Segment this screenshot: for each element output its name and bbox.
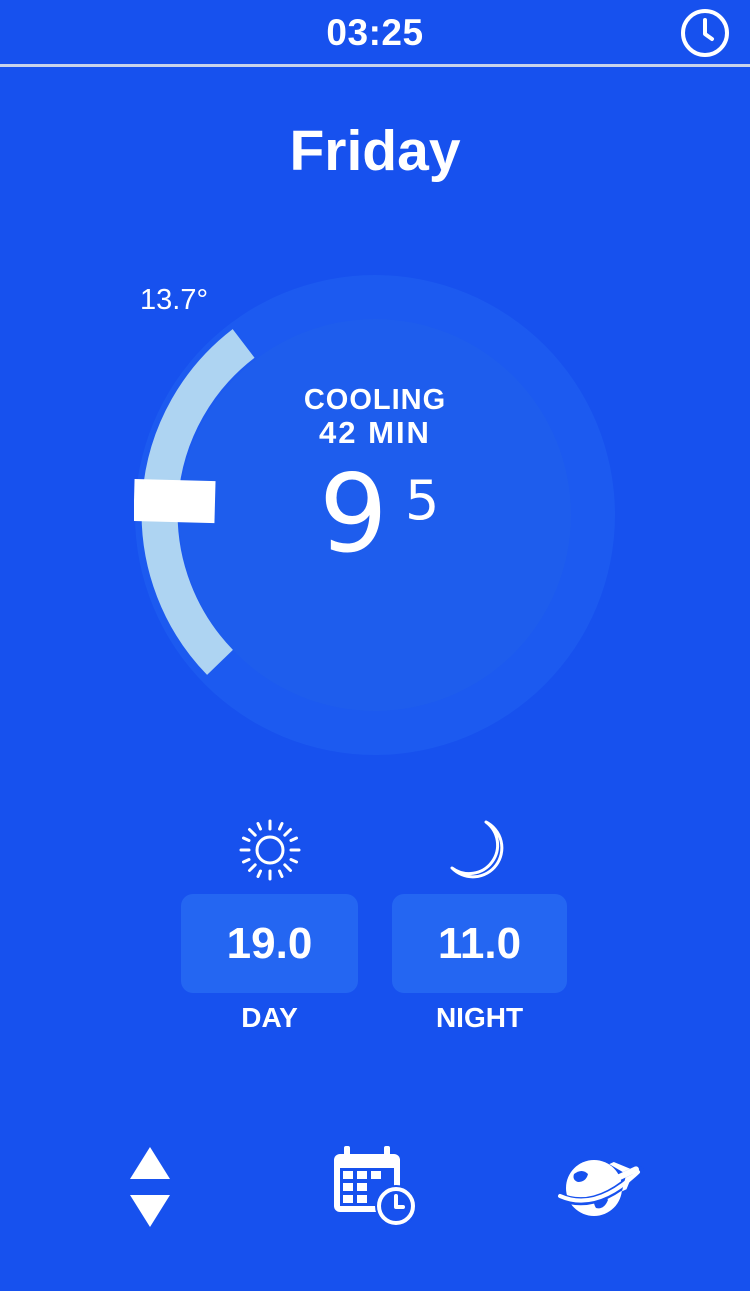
dial-center: COOLING 42 MIN — [134, 384, 616, 450]
status-bar: 03:25 — [0, 0, 750, 67]
current-temperature-decimal: 5 — [405, 469, 440, 532]
globe-plane-icon[interactable] — [554, 1152, 644, 1220]
day-label: DAY — [241, 1002, 298, 1033]
calendar-clock-icon[interactable] — [330, 1144, 420, 1230]
moon-icon — [446, 818, 512, 884]
setpoint-handle[interactable] — [133, 478, 216, 524]
sun-icon — [238, 818, 302, 882]
night-temperature-button[interactable]: 11.0 — [392, 894, 567, 993]
mode-remaining-time: 42 MIN — [319, 415, 431, 450]
night-label: NIGHT — [435, 1002, 524, 1033]
thermostat-screen: 03:25 Friday 13.7° COOLING 42 MIN 9 5 19… — [0, 0, 750, 1291]
current-time: 03:25 — [326, 12, 424, 53]
current-temperature: 9 — [319, 452, 388, 577]
status-divider — [0, 64, 750, 67]
clock-icon[interactable] — [678, 6, 732, 60]
mode-status: COOLING — [303, 384, 447, 416]
day-temperature-button[interactable]: 19.0 — [181, 894, 358, 993]
day-title: Friday — [289, 119, 461, 183]
up-down-arrows-icon[interactable] — [126, 1145, 174, 1229]
